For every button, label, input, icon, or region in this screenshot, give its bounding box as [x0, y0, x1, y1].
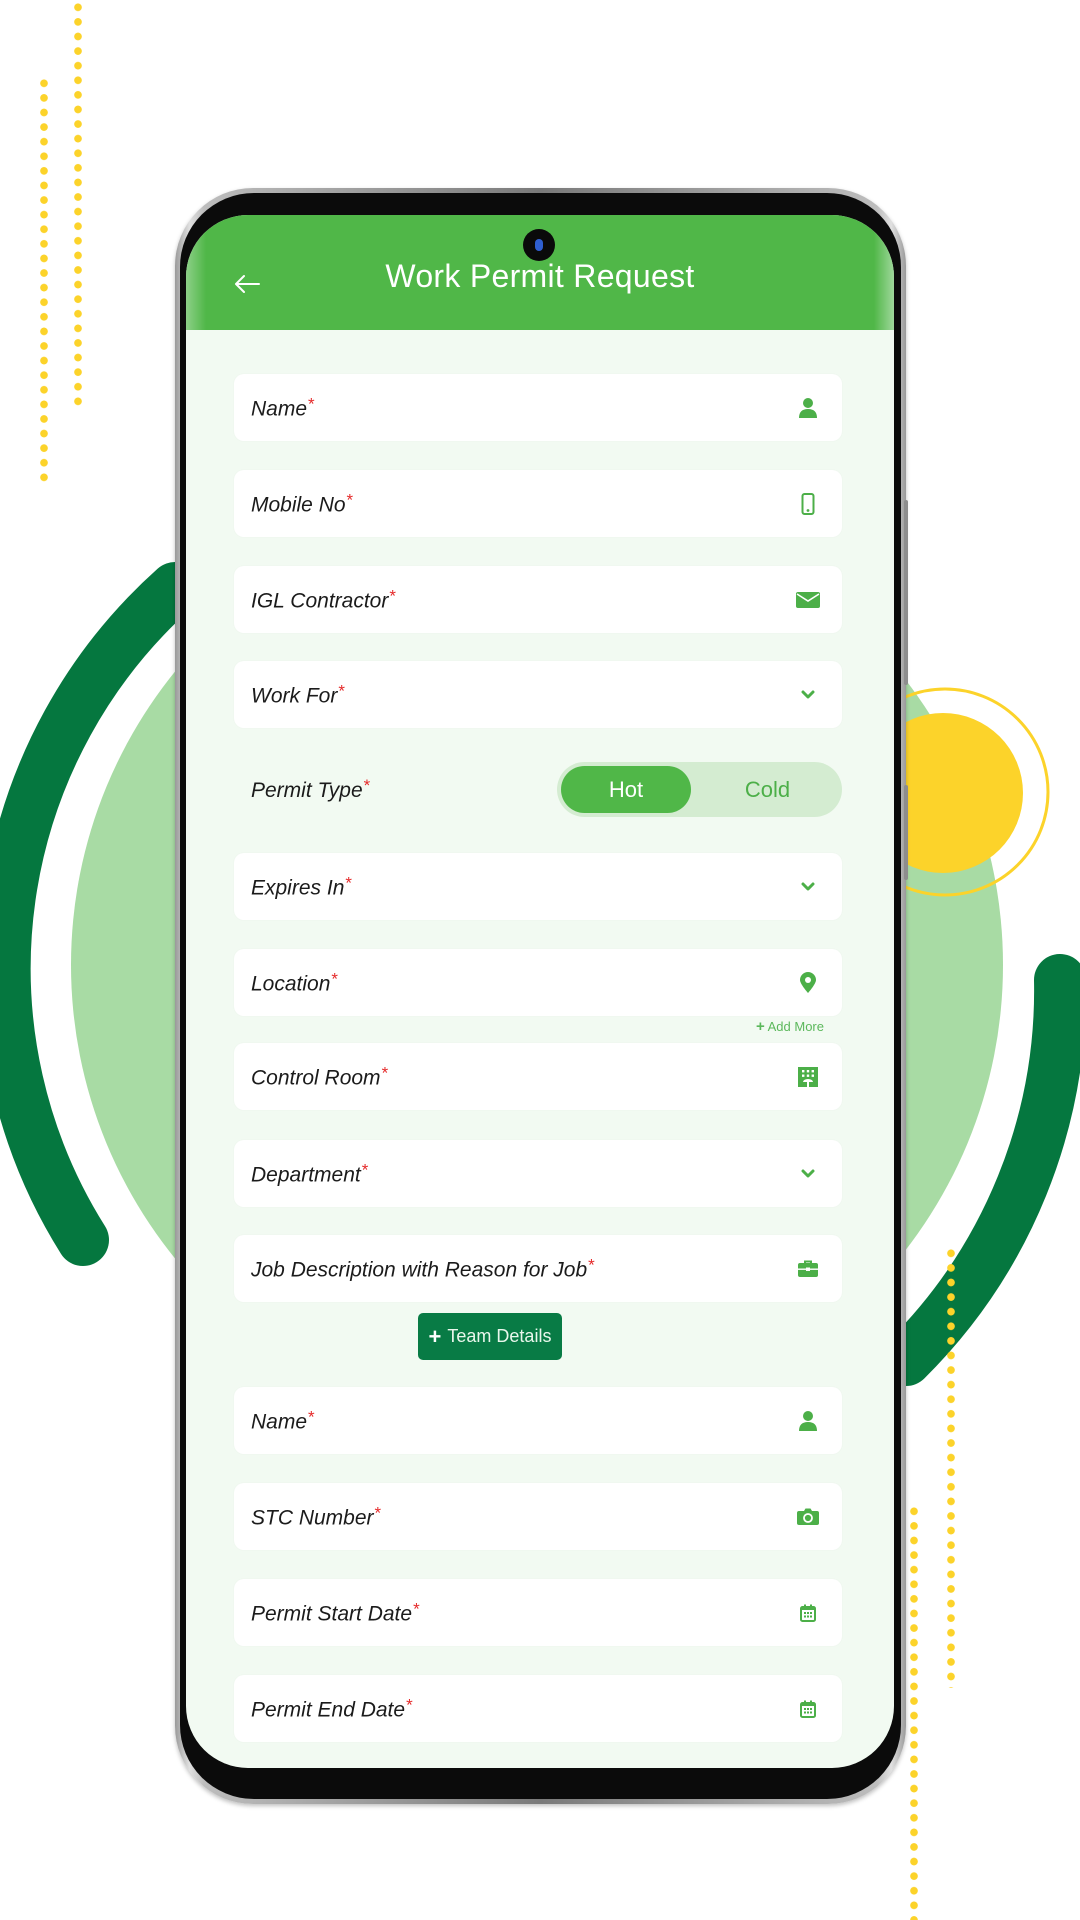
required-marker: * — [361, 1160, 369, 1179]
required-marker: * — [345, 873, 352, 892]
job-description-field[interactable]: Job Description with Reason for Job* — [234, 1235, 842, 1302]
field-label: Name* — [251, 394, 315, 420]
camera-icon — [796, 1505, 820, 1529]
stc-number-field[interactable]: STC Number* — [234, 1483, 842, 1550]
dotted-line-decoration — [40, 76, 48, 486]
mobile-phone-icon — [796, 492, 820, 516]
dotted-line-decoration — [74, 0, 82, 410]
field-label: Permit Start Date* — [251, 1599, 420, 1625]
igl-contractor-field[interactable]: IGL Contractor* — [234, 566, 842, 633]
work-for-dropdown[interactable]: Work For* — [234, 661, 842, 728]
permit-start-date-field[interactable]: Permit Start Date* — [234, 1579, 842, 1646]
name-field[interactable]: Name* — [234, 374, 842, 441]
location-field[interactable]: Location* — [234, 949, 842, 1016]
field-label: Job Description with Reason for Job* — [251, 1255, 595, 1281]
chevron-down-icon — [796, 875, 820, 899]
add-more-label: Add More — [767, 1019, 824, 1034]
user-icon — [796, 1409, 820, 1433]
required-marker: * — [346, 490, 354, 509]
dotted-line-decoration — [910, 1504, 918, 1920]
envelope-icon — [796, 588, 820, 612]
team-name-field[interactable]: Name* — [234, 1387, 842, 1454]
building-icon — [796, 1065, 820, 1089]
field-label: Location* — [251, 969, 339, 995]
field-label: Expires In* — [251, 873, 352, 899]
calendar-icon — [796, 1697, 820, 1721]
briefcase-icon — [796, 1257, 820, 1281]
map-pin-icon — [796, 971, 820, 995]
front-camera — [523, 229, 555, 261]
field-label: IGL Contractor* — [251, 586, 396, 612]
required-marker: * — [374, 1503, 382, 1522]
required-marker: * — [588, 1255, 595, 1274]
required-marker: * — [338, 681, 345, 700]
field-label: Mobile No* — [251, 490, 354, 516]
expires-in-dropdown[interactable]: Expires In* — [234, 853, 842, 920]
required-marker: * — [331, 969, 339, 988]
user-icon — [796, 396, 820, 420]
field-label: Control Room* — [251, 1063, 389, 1089]
field-label: Permit End Date* — [251, 1695, 413, 1721]
field-label: Department* — [251, 1160, 369, 1186]
required-marker: * — [381, 1063, 389, 1082]
department-dropdown[interactable]: Department* — [234, 1140, 842, 1207]
permit-end-date-field[interactable]: Permit End Date* — [234, 1675, 842, 1742]
permit-type-option-hot[interactable]: Hot — [561, 766, 691, 813]
required-marker: * — [406, 1695, 413, 1714]
dotted-line-decoration — [947, 1246, 955, 1688]
app-screen: Work Permit Request Name* Mobile No* IGL… — [186, 215, 894, 1768]
required-marker: * — [389, 586, 396, 605]
phone-side-button — [904, 785, 908, 880]
chevron-down-icon — [796, 683, 820, 707]
permit-type-option-cold[interactable]: Cold — [697, 766, 838, 813]
required-marker: * — [413, 1599, 420, 1618]
team-details-button[interactable]: + Team Details — [418, 1313, 562, 1360]
page-title: Work Permit Request — [385, 258, 695, 294]
permit-type-toggle: Hot Cold — [557, 762, 842, 817]
field-label: Name* — [251, 1407, 315, 1433]
mobile-no-field[interactable]: Mobile No* — [234, 470, 842, 537]
plus-icon: + — [428, 1323, 442, 1349]
calendar-icon — [796, 1601, 820, 1625]
control-room-field[interactable]: Control Room* — [234, 1043, 842, 1110]
permit-type-label: Permit Type* — [251, 776, 371, 802]
chevron-down-icon — [796, 1162, 820, 1186]
app-header: Work Permit Request — [186, 215, 894, 330]
team-details-label: Team Details — [447, 1326, 552, 1346]
required-marker: * — [308, 394, 315, 413]
plus-icon: + — [755, 1018, 765, 1035]
required-marker: * — [308, 1407, 315, 1426]
add-more-link[interactable]: + Add More — [756, 1018, 824, 1035]
field-label: STC Number* — [251, 1503, 382, 1529]
required-marker: * — [363, 776, 371, 795]
field-label: Work For* — [251, 681, 345, 707]
phone-side-button — [904, 500, 908, 685]
